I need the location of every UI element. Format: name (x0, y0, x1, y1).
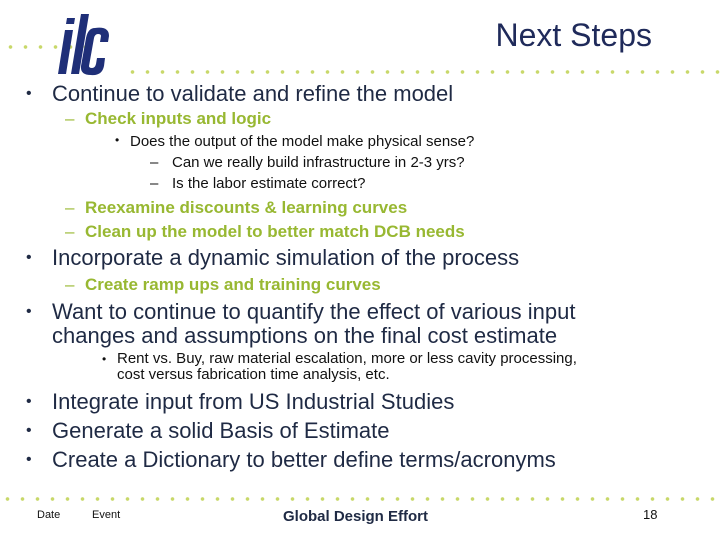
dash-item-text: Is the labor estimate correct? (172, 175, 366, 192)
sub-item-text: Reexamine discounts & learning curves (85, 198, 408, 217)
bullet-text: Integrate input from US Industrial Studi… (52, 389, 455, 414)
bullet-item-2: • Incorporate a dynamic simulation of th… (26, 245, 520, 270)
footer-event: Event (92, 509, 121, 521)
dash-icon: – (65, 275, 75, 294)
sub-sub-item-physical-sense: • Does the output of the model make phys… (115, 133, 475, 150)
footer-center-label: Global Design Effort (283, 508, 429, 525)
bullet-text: Generate a solid Basis of Estimate (52, 418, 390, 443)
slide-title: Next Steps (495, 17, 652, 53)
footer-dots (0, 497, 720, 501)
dash-item-labor-estimate: – Is the labor estimate correct? (150, 175, 366, 192)
dash-icon: – (150, 175, 159, 192)
dash-icon: – (65, 198, 75, 217)
dash-icon: – (65, 109, 75, 128)
header-dots-right (125, 70, 720, 74)
bullet-item-4: • Integrate input from US Industrial Stu… (26, 389, 455, 414)
bullet-item-6: • Create a Dictionary to better define t… (26, 447, 556, 472)
sub-item-reexamine: – Reexamine discounts & learning curves (65, 198, 408, 218)
dash-item-text: Can we really build infrastructure in 2-… (172, 154, 465, 171)
bullet-text: Create a Dictionary to better define ter… (52, 447, 556, 472)
bullet-text: Continue to validate and refine the mode… (52, 81, 454, 106)
bullet-icon: • (26, 451, 32, 468)
sub-item-text: Check inputs and logic (85, 109, 272, 128)
bullet-icon: • (26, 303, 32, 320)
bullet-item-3: • Want to continue to quantify the effec… (26, 299, 576, 348)
footer-date: Date (37, 509, 61, 521)
sub-item-text: Clean up the model to better match DCB n… (85, 222, 465, 241)
dash-icon: – (150, 154, 159, 171)
sub-sub-item-rent-vs-buy: • Rent vs. Buy, raw material escalation,… (102, 350, 577, 383)
bullet-text-line-1: Want to continue to quantify the effect … (52, 299, 576, 324)
sub-sub-item-text: Does the output of the model make physic… (130, 133, 475, 150)
ilc-logo (58, 14, 109, 76)
sub-item-text: Create ramp ups and training curves (85, 275, 381, 294)
bullet-icon: • (102, 352, 107, 366)
bullet-item-5: • Generate a solid Basis of Estimate (26, 418, 390, 443)
sub-item-ramp-ups: – Create ramp ups and training curves (65, 275, 381, 295)
bullet-icon: • (26, 422, 32, 439)
sub-item-clean-up: – Clean up the model to better match DCB… (65, 222, 465, 242)
bullet-text-line-2: changes and assumptions on the final cos… (52, 323, 558, 348)
bullet-text: Incorporate a dynamic simulation of the … (52, 245, 520, 270)
dash-icon: – (65, 222, 75, 241)
bullet-item-1: • Continue to validate and refine the mo… (26, 81, 454, 106)
bullet-icon: • (26, 249, 32, 266)
sub-item-check-inputs: – Check inputs and logic (65, 109, 272, 129)
bullet-icon: • (26, 393, 32, 410)
dash-item-infrastructure: – Can we really build infrastructure in … (150, 154, 465, 171)
page-number: 18 (643, 507, 658, 522)
bullet-icon: • (115, 133, 120, 147)
bullet-icon: • (26, 85, 32, 102)
sub-sub-item-text-line-1: Rent vs. Buy, raw material escalation, m… (117, 350, 577, 367)
sub-sub-item-text-line-2: cost versus fabrication time analysis, e… (117, 366, 390, 383)
